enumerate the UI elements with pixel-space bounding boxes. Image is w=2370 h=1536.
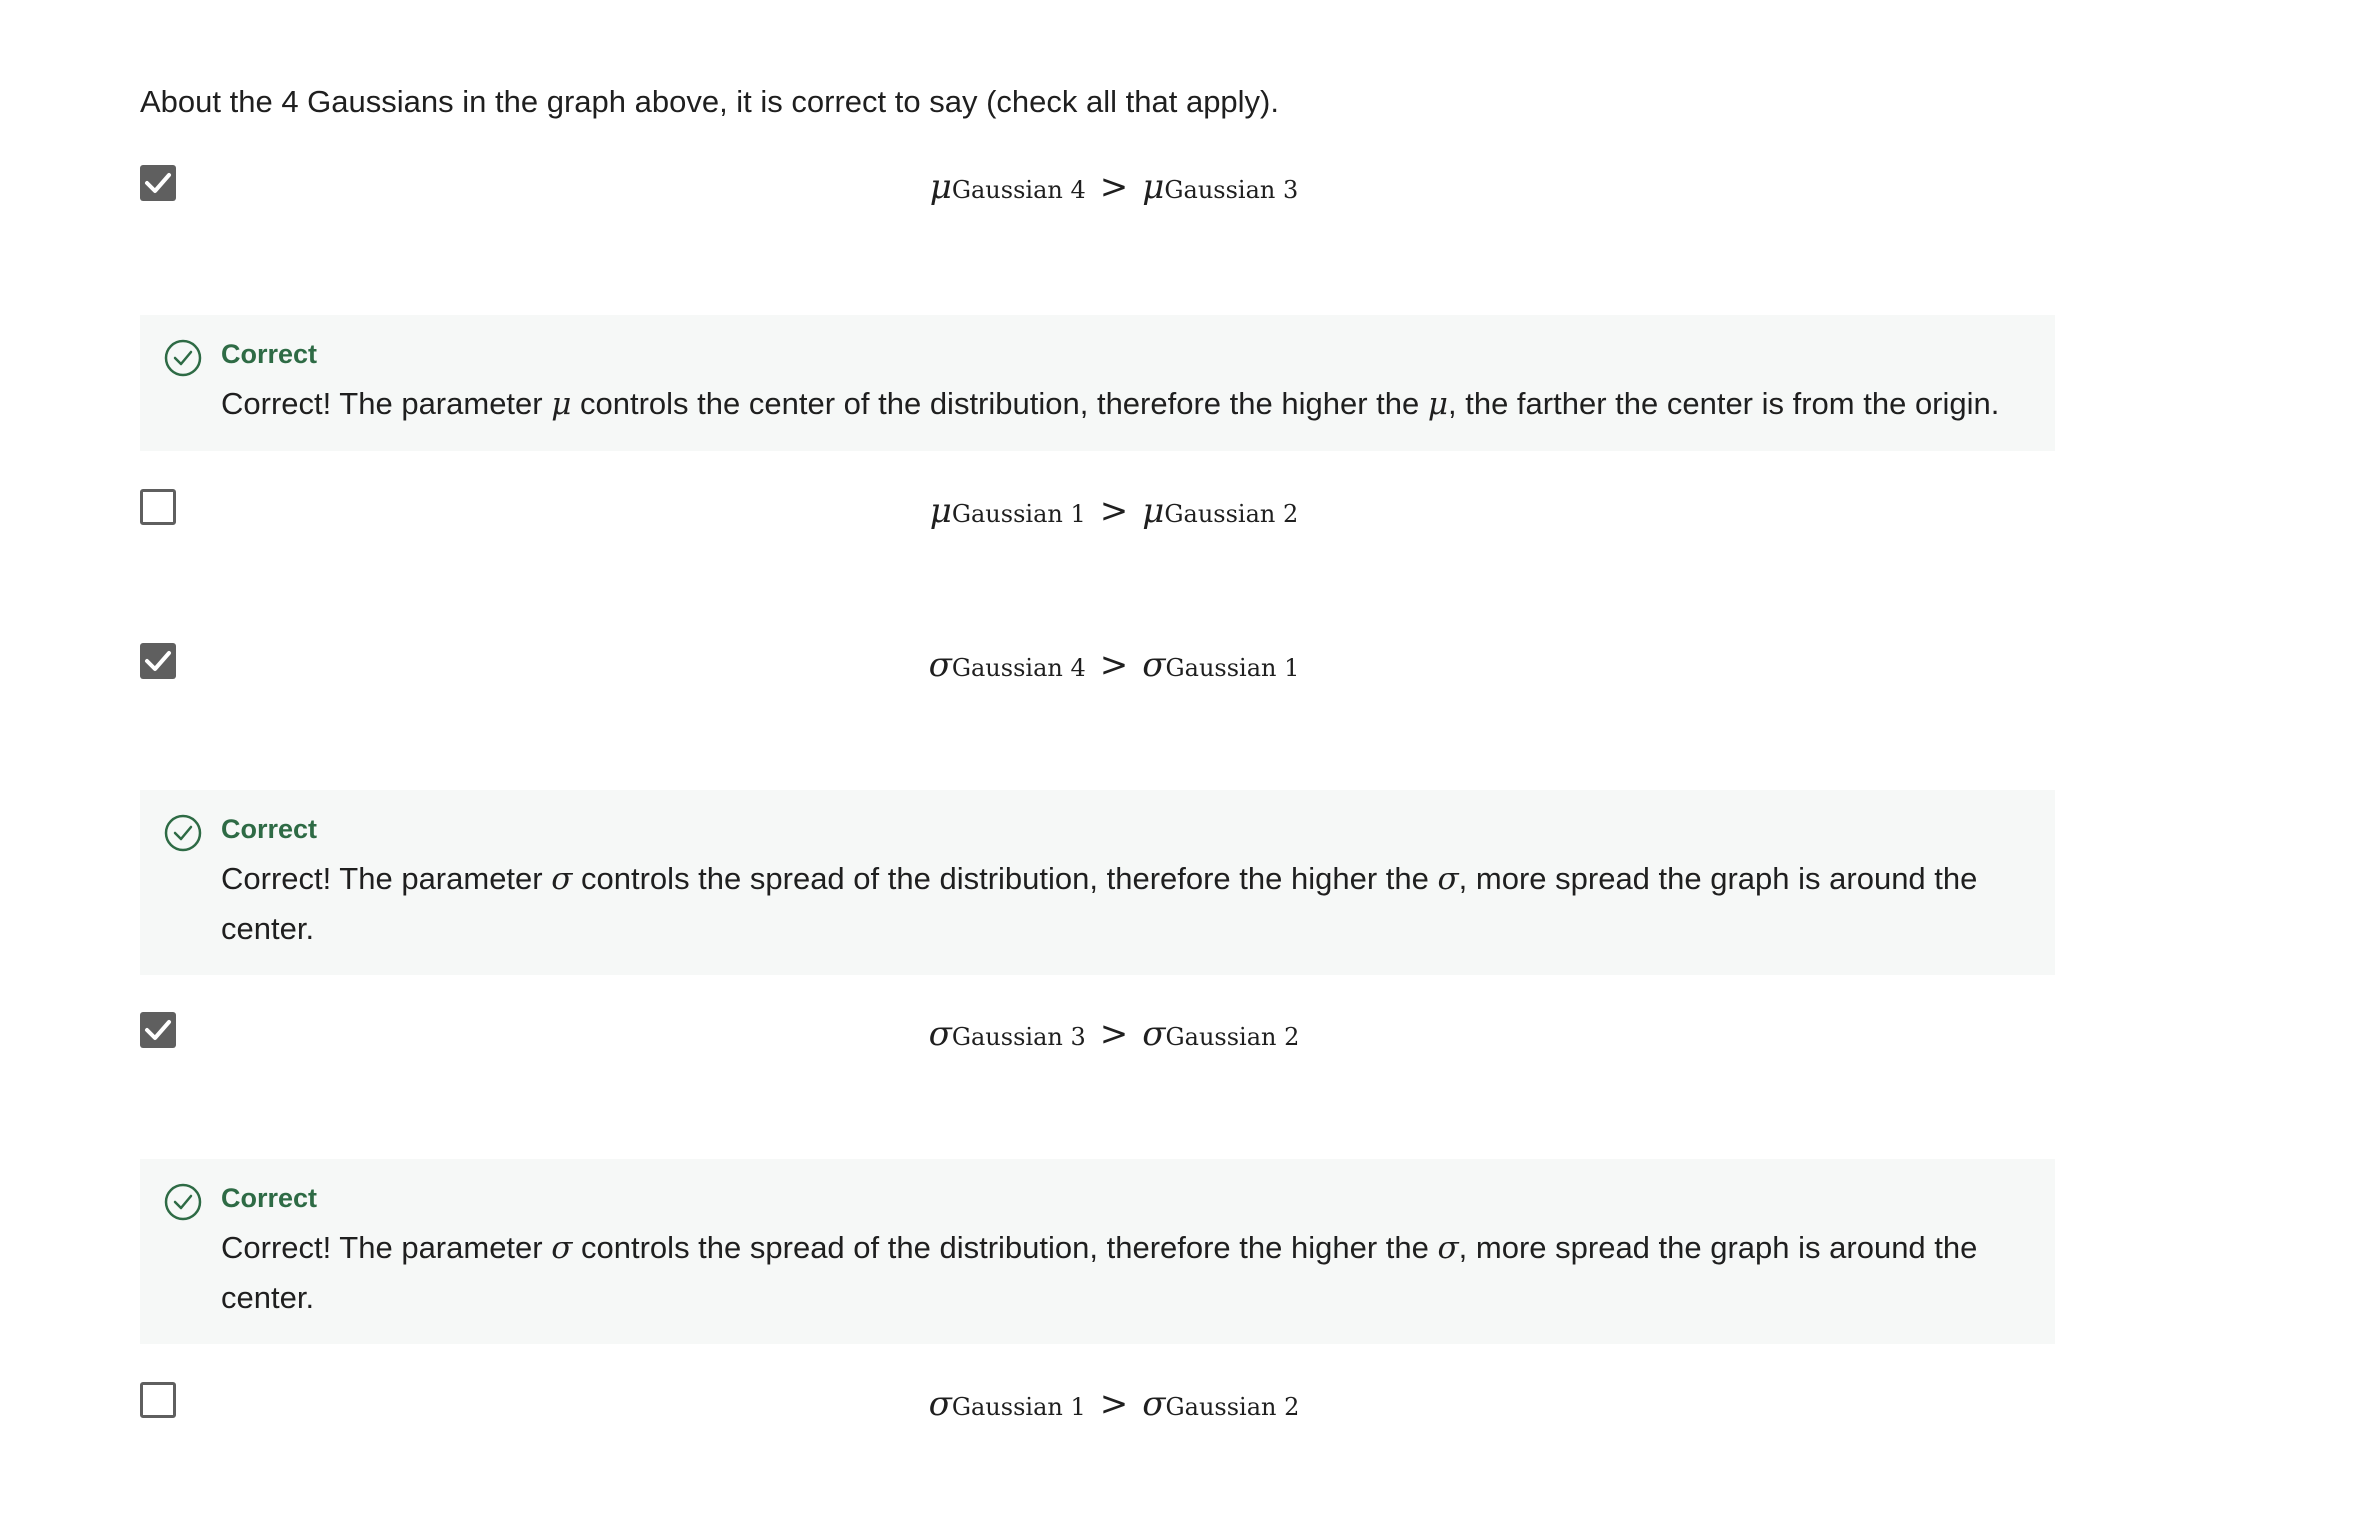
formula-relation: > <box>1099 645 1129 685</box>
feedback-text: Correct! The parameter μ controls the ce… <box>221 379 2021 429</box>
feedback-status: Correct <box>221 1183 318 1213</box>
feedback-text: Correct! The parameter σ controls the sp… <box>221 1223 2021 1322</box>
feedback-panel: Correct Correct! The parameter σ control… <box>140 1159 2055 1344</box>
option-formula: σGaussian 1 > σGaussian 2 <box>140 1384 2088 1424</box>
feedback-text: Correct! The parameter σ controls the sp… <box>221 854 2021 953</box>
formula-subscript-right: Gaussian 2 <box>1164 500 1299 528</box>
formula-symbol: μ <box>1142 491 1165 531</box>
formula-symbol: σ <box>1142 645 1166 685</box>
formula-subscript-right: Gaussian 2 <box>1165 1393 1300 1421</box>
feedback-symbol: σ <box>1437 861 1459 897</box>
feedback-status: Correct <box>221 814 318 844</box>
feedback-panel: Correct Correct! The parameter σ control… <box>140 790 2055 975</box>
feedback-symbol: σ <box>551 1230 573 1266</box>
option-formula: σGaussian 4 > σGaussian 1 <box>140 645 2088 685</box>
option-3[interactable]: σGaussian 4 > σGaussian 1 <box>140 643 2055 703</box>
formula-symbol: σ <box>1142 1384 1166 1424</box>
formula-subscript-right: Gaussian 2 <box>1165 1023 1300 1051</box>
feedback-symbol: μ <box>551 386 572 422</box>
feedback-text-part: Correct! The parameter <box>221 861 552 896</box>
feedback-text-part: Correct! The parameter <box>221 1230 552 1265</box>
option-4[interactable]: σGaussian 3 > σGaussian 2 <box>140 1012 2055 1072</box>
formula-subscript-right: Gaussian 3 <box>1164 176 1299 204</box>
formula-symbol: σ <box>928 1014 952 1054</box>
formula-subscript-left: Gaussian 1 <box>951 1393 1086 1421</box>
feedback-text-part: controls the spread of the distribution,… <box>572 861 1438 896</box>
feedback-text-part: , the farther the center is from the ori… <box>1448 386 2000 421</box>
formula-subscript-left: Gaussian 4 <box>951 654 1086 682</box>
check-circle-icon <box>164 1183 202 1221</box>
formula-symbol: σ <box>928 1384 952 1424</box>
formula-subscript-left: Gaussian 1 <box>951 500 1086 528</box>
feedback-status: Correct <box>221 339 318 369</box>
question-prompt: About the 4 Gaussians in the graph above… <box>140 84 1279 119</box>
feedback-text-part: controls the center of the distribution,… <box>571 386 1428 421</box>
feedback-text-part: controls the spread of the distribution,… <box>572 1230 1438 1265</box>
feedback-symbol: σ <box>551 861 573 897</box>
formula-symbol: μ <box>929 167 952 207</box>
formula-relation: > <box>1099 167 1129 207</box>
formula-symbol: σ <box>1142 1014 1166 1054</box>
formula-relation: > <box>1099 491 1129 531</box>
option-2[interactable]: μGaussian 1 > μGaussian 2 <box>140 489 2055 549</box>
option-formula: μGaussian 4 > μGaussian 3 <box>140 167 2088 207</box>
quiz-page: About the 4 Gaussians in the graph above… <box>0 0 2370 1536</box>
formula-subscript-right: Gaussian 1 <box>1165 654 1300 682</box>
option-5[interactable]: σGaussian 1 > σGaussian 2 <box>140 1382 2055 1442</box>
feedback-symbol: μ <box>1427 386 1448 422</box>
formula-subscript-left: Gaussian 3 <box>951 1023 1086 1051</box>
check-circle-icon <box>164 814 202 852</box>
feedback-symbol: σ <box>1437 1230 1459 1266</box>
check-circle-icon <box>164 339 202 377</box>
formula-symbol: μ <box>929 491 952 531</box>
option-formula: μGaussian 1 > μGaussian 2 <box>140 491 2088 531</box>
formula-relation: > <box>1099 1014 1129 1054</box>
option-formula: σGaussian 3 > σGaussian 2 <box>140 1014 2088 1054</box>
formula-relation: > <box>1099 1384 1129 1424</box>
feedback-panel: Correct Correct! The parameter μ control… <box>140 315 2055 451</box>
option-1[interactable]: μGaussian 4 > μGaussian 3 <box>140 165 2055 225</box>
formula-subscript-left: Gaussian 4 <box>951 176 1086 204</box>
feedback-text-part: Correct! The parameter <box>221 386 552 421</box>
formula-symbol: μ <box>1142 167 1165 207</box>
formula-symbol: σ <box>928 645 952 685</box>
